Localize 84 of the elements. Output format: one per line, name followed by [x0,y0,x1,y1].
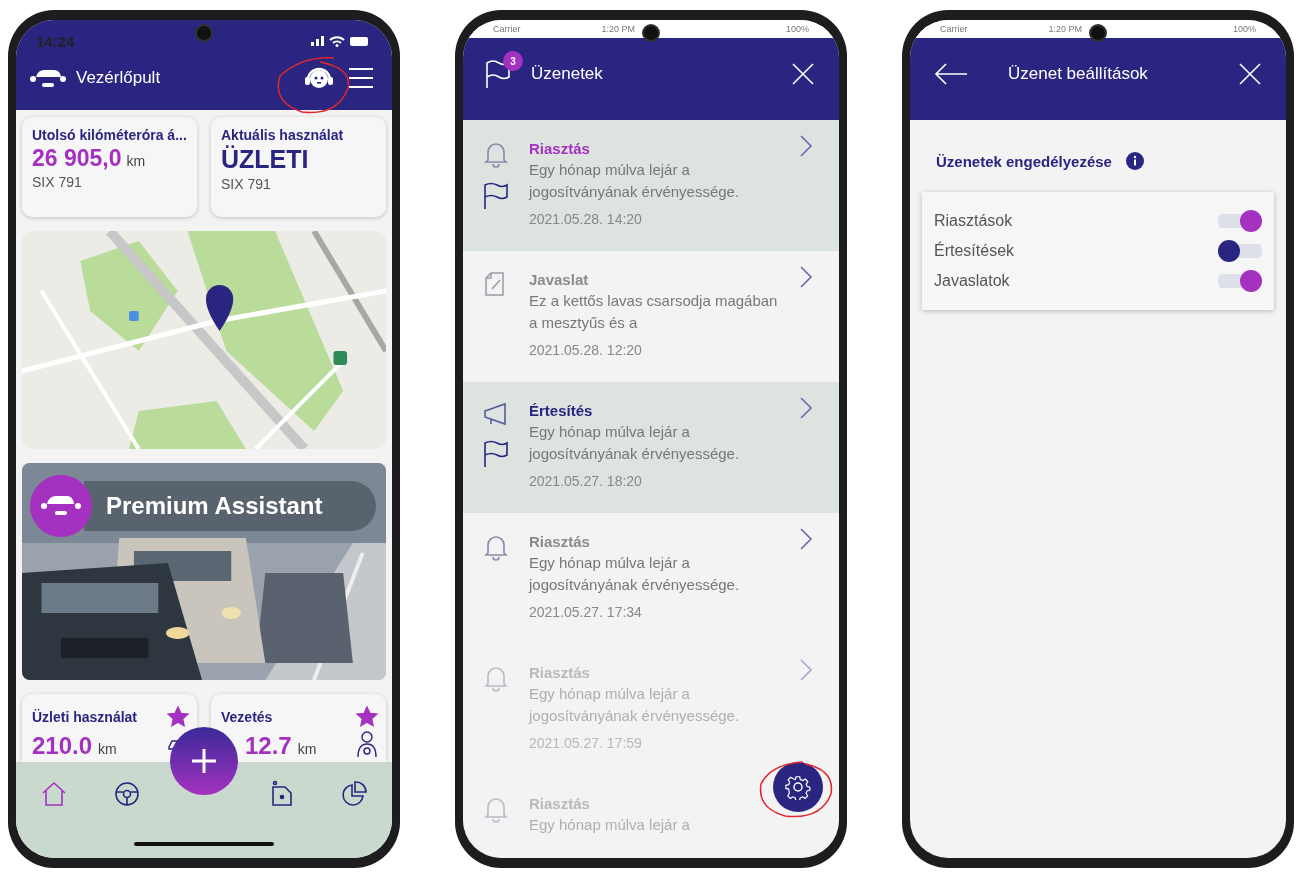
tab-icon [113,780,142,808]
screen-title: Üzenetek [531,64,603,84]
screen-title: Üzenet beállítások [1008,64,1148,84]
stat-label: Üzleti használat [32,709,138,725]
message-text: Ez a kettős lavas csarsodja magában a mesztyűs és a [529,291,779,333]
unit-label: km [98,741,117,757]
wifi-icon [329,35,345,47]
card-label: Aktuális használat [221,127,345,143]
plus-icon [189,746,219,776]
message-text: Egy hónap múlva lejár a jogosítványának érvényessége. [529,160,741,202]
screen-title: Vezérlőpult [76,68,161,88]
message-item[interactable]: Értesítés Egy hónap múlva lejár a jogosítványának érvényessége. 2021.05.27. 18:20 [463,382,839,513]
toggle-label: Javaslatok [934,272,1010,290]
premium-banner[interactable]: Premium Assistant [84,481,376,531]
bell-icon [483,664,509,692]
tab-icon [340,780,368,808]
close-icon [791,62,815,86]
message-date: 2021.05.28. 14:20 [529,211,643,227]
message-date: 2021.05.27. 18:20 [529,473,643,489]
menu-button[interactable] [346,65,376,91]
chevron-icon [799,134,813,158]
message-title: Riasztás [529,533,591,550]
person-icon [356,731,378,757]
note-icon [483,271,507,297]
flag-icon [485,59,511,89]
back-arrow-icon [934,62,968,86]
chevron-icon [799,527,813,551]
message-title: Értesítés [529,402,594,419]
message-date: 2021.05.27. 17:34 [529,604,643,620]
chevron-icon [799,658,813,682]
chevron-icon [799,396,813,420]
unit-label: km [126,153,146,169]
message-date: 2021.05.27. 17:59 [529,735,643,751]
carrier-label: Carrier [493,24,521,34]
car-logo-icon [30,475,92,537]
unit-label: km [297,741,317,757]
stat-card[interactable]: Vezetés 12.7 km [211,694,386,762]
close-icon [1238,62,1262,86]
signal-icon [311,36,324,46]
stat-value: 12.7 [245,732,292,760]
card-value: 26 905,0 [32,145,122,172]
message-title: Riasztás [529,795,591,812]
tab-icon [40,780,68,808]
carrier-label: Carrier [940,24,968,34]
message-title: Riasztás [529,140,591,157]
message-date: 2021.05.28. 12:20 [529,342,643,358]
message-item[interactable]: Riasztás Egy hónap múlva lejár a jogosítványának érvényessége. 2021.05.28. 14:20 [463,120,839,251]
toggle-label: Riasztások [934,212,1013,230]
battery-icon [350,36,368,46]
message-title: Riasztás [529,664,591,681]
stat-card[interactable]: Üzleti használat 210.0 km [22,694,197,762]
bell-icon [483,795,509,823]
car-logo-icon [30,68,66,88]
stat-value: 210.0 [32,732,93,760]
count-badge: 3 [503,51,523,71]
card-label: Utolsó kilóméteróra á... [32,127,187,143]
info-card[interactable]: Utolsó kilóméteróra á... 26 905,0 km SIX 791 [22,117,197,217]
toggle-label: Értesítések [934,242,1015,260]
gear-icon [785,774,811,800]
card-value: ÜZLETI [221,145,309,174]
info-icon[interactable] [1125,152,1144,170]
message-title: Javaslat [529,271,590,288]
section-title: Üzenetek engedélyezése [936,152,1112,170]
message-text: Egy hónap múlva lejár a jogosítványának érvényessége. [529,553,741,595]
chevron-icon [799,265,813,289]
plate-number: SIX 791 [32,174,83,190]
message-text: Egy hónap múlva lejár a jogosítványának érvényessége. [529,684,741,726]
bell-icon [483,140,509,168]
flag-icon [483,440,509,468]
status-time: 14:24 [36,32,75,50]
info-card[interactable]: Aktuális használat ÜZLETI SIX 791 [211,117,386,217]
status-time: 1:20 PM [1048,24,1082,34]
message-text: Egy hónap múlva lejár a [529,815,691,835]
plate-number: SIX 791 [221,176,272,192]
status-time: 1:20 PM [601,24,635,34]
headset-icon [304,66,334,90]
battery-label: 100% [1232,24,1256,34]
menu-icon [348,67,374,89]
battery-label: 100% [785,24,809,34]
stat-label: Vezetés [221,709,273,725]
bell-icon [483,533,509,561]
message-text: Egy hónap múlva lejár a jogosítványának érvényessége. [529,422,741,464]
settings-button[interactable] [773,762,823,812]
flag-icon [483,182,509,210]
